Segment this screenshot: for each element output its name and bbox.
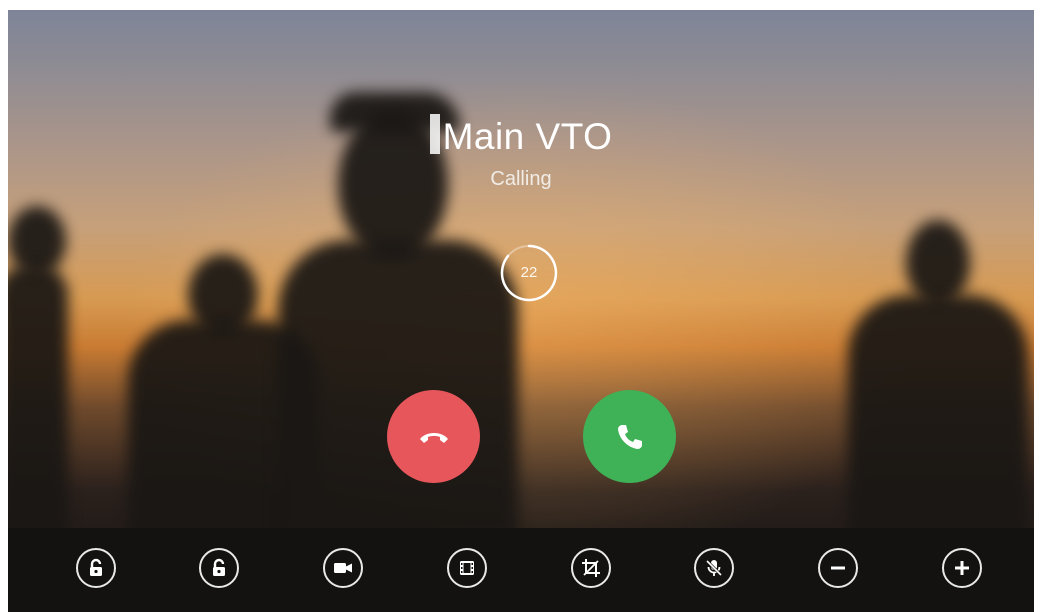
snapshot-crop-icon	[582, 559, 600, 577]
background-person-body	[8, 265, 68, 545]
volume-up-icon	[955, 561, 969, 575]
caller-name-text: Main VTO	[442, 116, 613, 157]
unlock-icon	[213, 558, 225, 576]
text-cursor	[429, 114, 440, 154]
background-person-head	[906, 220, 970, 306]
hangup-icon	[419, 432, 448, 443]
unlock-button-2[interactable]	[199, 548, 239, 588]
caller-name: Main VTO	[8, 114, 1034, 158]
countdown-value: 22	[520, 264, 538, 281]
unlock-button-1[interactable]	[76, 548, 116, 588]
volume-up-button[interactable]	[942, 548, 982, 588]
volume-down-button[interactable]	[818, 548, 858, 588]
call-status: Calling	[490, 168, 552, 190]
film-icon	[460, 561, 474, 575]
phone-icon	[617, 424, 642, 449]
answer-button[interactable]	[583, 390, 676, 483]
mute-microphone-icon	[705, 559, 723, 577]
background-person-body	[278, 240, 518, 540]
snapshot-button[interactable]	[571, 548, 611, 588]
volume-down-icon	[831, 566, 845, 570]
background-person-body	[848, 295, 1028, 545]
hangup-button[interactable]	[387, 390, 480, 483]
call-screen: Main VTO Calling 22	[8, 10, 1034, 612]
countdown-timer: 22	[498, 242, 560, 304]
record-button[interactable]	[447, 548, 487, 588]
video-button[interactable]	[323, 548, 363, 588]
video-camera-icon	[334, 563, 352, 573]
control-toolbar	[8, 528, 1034, 612]
mute-button[interactable]	[694, 548, 734, 588]
unlock-icon	[90, 558, 102, 576]
